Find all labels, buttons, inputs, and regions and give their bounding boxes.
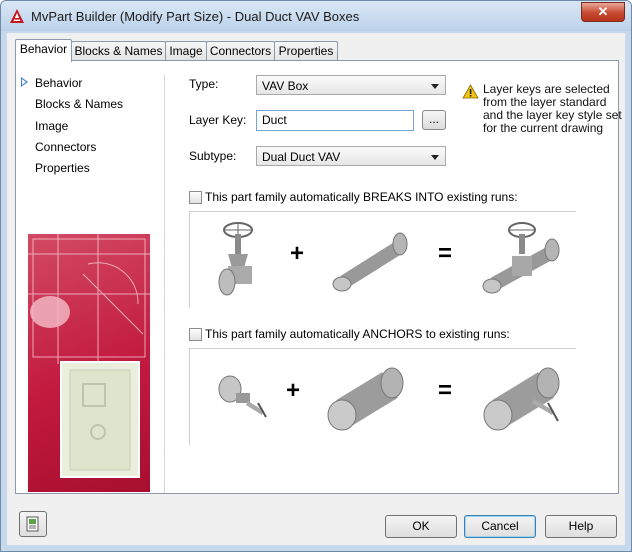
valve-in-pipe-icon — [482, 222, 560, 294]
nav-item-behavior[interactable]: Behavior — [35, 76, 82, 90]
duct-segment-icon — [327, 367, 404, 431]
plus-sign: + — [286, 377, 301, 404]
valve-icon — [218, 222, 253, 296]
plus-sign: + — [290, 240, 305, 267]
title-bar[interactable]: MvPart Builder (Modify Part Size) - Dual… — [1, 1, 631, 31]
context-help-button[interactable] — [19, 511, 47, 537]
breaks-illustration: + = — [189, 211, 576, 308]
anchored-duct-icon — [483, 367, 560, 431]
nav-divider — [164, 75, 165, 493]
subtype-label: Subtype: — [189, 149, 237, 163]
nav-item-blocks-names[interactable]: Blocks & Names — [35, 97, 123, 111]
tab-properties[interactable]: Properties — [274, 41, 338, 61]
selected-arrow-icon — [21, 77, 28, 87]
equals-sign: = — [438, 240, 453, 267]
dialog-body: Behavior Blocks & Names Image Connectors… — [7, 33, 625, 545]
drafting-illustration-icon — [28, 234, 150, 478]
anchors-label: This part family automatically ANCHORS t… — [205, 327, 510, 341]
ok-button[interactable]: OK — [385, 515, 457, 538]
type-select-value: VAV Box — [262, 79, 309, 93]
close-button[interactable]: ✕ — [581, 2, 625, 22]
autocad-app-icon — [10, 9, 24, 23]
layer-key-label: Layer Key: — [189, 113, 247, 127]
layer-key-browse-button[interactable]: ... — [422, 110, 446, 130]
help-book-icon — [26, 516, 39, 532]
help-button[interactable]: Help — [545, 515, 617, 538]
layer-key-note: Layer keys are selected from the layer s… — [483, 82, 622, 135]
wizard-image — [28, 234, 150, 492]
tab-image[interactable]: Image — [165, 41, 207, 61]
layer-key-value: Duct — [262, 113, 287, 127]
chevron-down-icon — [431, 84, 439, 89]
breaks-label: This part family automatically BREAKS IN… — [205, 190, 518, 204]
tab-connectors[interactable]: Connectors — [206, 41, 275, 61]
anchors-illustration: + = — [189, 348, 576, 445]
nav-item-properties[interactable]: Properties — [35, 161, 90, 175]
chevron-down-icon — [431, 155, 439, 160]
pipe-icon — [332, 232, 408, 292]
type-label: Type: — [189, 77, 219, 91]
nav-item-image[interactable]: Image — [35, 119, 68, 133]
tab-behavior[interactable]: Behavior — [15, 39, 72, 62]
nav-item-connectors[interactable]: Connectors — [35, 140, 96, 154]
tab-blocks-names[interactable]: Blocks & Names — [71, 41, 166, 61]
subtype-select-value: Dual Duct VAV — [262, 150, 341, 164]
type-select[interactable]: VAV Box — [256, 75, 446, 95]
cancel-button[interactable]: Cancel — [464, 515, 536, 538]
anchor-fitting-icon — [218, 375, 267, 418]
dialog-window: MvPart Builder (Modify Part Size) - Dual… — [0, 0, 632, 552]
subtype-select[interactable]: Dual Duct VAV — [256, 146, 446, 166]
window-title: MvPart Builder (Modify Part Size) - Dual… — [31, 9, 360, 24]
breaks-checkbox[interactable] — [189, 191, 202, 204]
equals-sign: = — [438, 377, 453, 404]
layer-key-input[interactable]: Duct — [256, 110, 414, 131]
anchors-checkbox[interactable] — [189, 328, 202, 341]
warning-icon — [462, 84, 479, 99]
